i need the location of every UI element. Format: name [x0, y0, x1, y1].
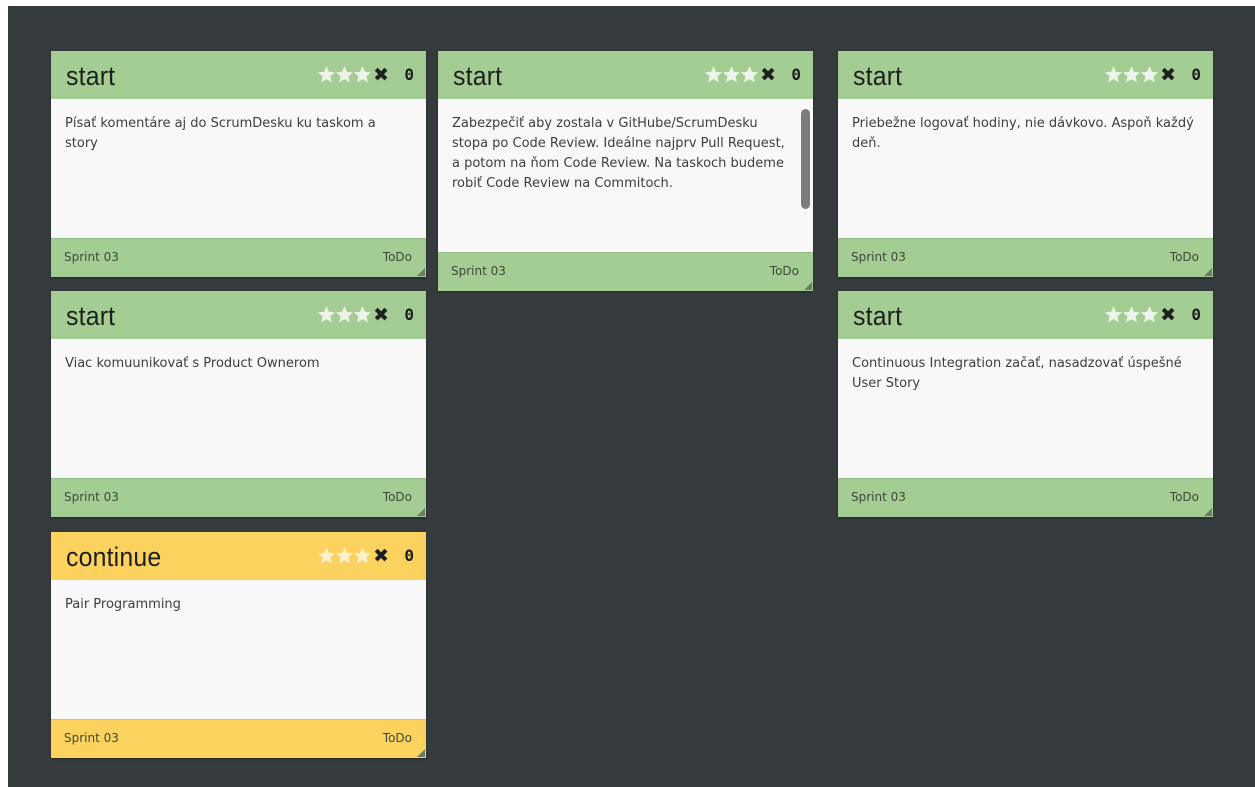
card-text: Zabezpečiť aby zostala v GitHube/ScrumDe…	[452, 116, 785, 191]
card-header: start ✖ 0	[51, 51, 426, 99]
status-label: ToDo	[769, 264, 799, 278]
vote-count: 0	[404, 65, 414, 84]
star-icon[interactable]	[1122, 305, 1141, 324]
star-rating[interactable]	[317, 65, 372, 85]
star-icon[interactable]	[335, 65, 354, 84]
star-icon[interactable]	[722, 65, 741, 84]
resize-grip-icon[interactable]	[804, 282, 812, 290]
star-icon[interactable]	[1104, 305, 1123, 324]
card-category-title: start	[66, 301, 116, 331]
vote-count: 0	[404, 546, 414, 565]
card-footer: Sprint 03 ToDo	[838, 238, 1213, 277]
card-text: Písať komentáre aj do ScrumDesku ku task…	[65, 116, 376, 151]
close-icon[interactable]: ✖	[373, 303, 389, 327]
star-icon[interactable]	[1140, 65, 1159, 84]
sprint-label: Sprint 03	[851, 490, 906, 504]
star-rating[interactable]	[317, 546, 372, 566]
star-rating[interactable]	[1104, 305, 1159, 325]
card-category-title: start	[66, 61, 116, 91]
retro-card[interactable]: start ✖ 0 Zabezpečiť aby zostala v GitHu…	[438, 51, 813, 291]
scrollbar-thumb[interactable]	[801, 109, 810, 209]
resize-grip-icon[interactable]	[1204, 268, 1212, 276]
star-icon[interactable]	[317, 305, 336, 324]
card-body[interactable]: Písať komentáre aj do ScrumDesku ku task…	[51, 99, 426, 238]
card-category-title: start	[853, 301, 903, 331]
retro-card[interactable]: continue ✖ 0 Pair Programming Sprint 03 …	[51, 532, 426, 758]
card-header: start ✖ 0	[51, 291, 426, 339]
star-icon[interactable]	[1140, 305, 1159, 324]
close-icon[interactable]: ✖	[373, 544, 389, 568]
card-text: Priebežne logovať hodiny, nie dávkovo. A…	[852, 116, 1194, 151]
card-header: start ✖ 0	[838, 291, 1213, 339]
card-header: continue ✖ 0	[51, 532, 426, 580]
card-footer: Sprint 03 ToDo	[438, 252, 813, 291]
card-header: start ✖ 0	[438, 51, 813, 99]
card-footer: Sprint 03 ToDo	[51, 719, 426, 758]
card-body[interactable]: Viac komuunikovať s Product Ownerom	[51, 339, 426, 478]
star-icon[interactable]	[335, 305, 354, 324]
sprint-label: Sprint 03	[64, 490, 119, 504]
resize-grip-icon[interactable]	[417, 508, 425, 516]
close-icon[interactable]: ✖	[1160, 303, 1176, 327]
star-icon[interactable]	[317, 65, 336, 84]
sprint-label: Sprint 03	[64, 731, 119, 745]
status-label: ToDo	[1169, 250, 1199, 264]
star-icon[interactable]	[353, 546, 372, 565]
card-body[interactable]: Zabezpečiť aby zostala v GitHube/ScrumDe…	[438, 99, 813, 252]
card-footer: Sprint 03 ToDo	[51, 238, 426, 277]
star-icon[interactable]	[1104, 65, 1123, 84]
star-rating[interactable]	[704, 65, 759, 85]
star-rating[interactable]	[317, 305, 372, 325]
vote-count: 0	[1191, 305, 1201, 324]
resize-grip-icon[interactable]	[417, 268, 425, 276]
star-icon[interactable]	[353, 65, 372, 84]
card-body[interactable]: Priebežne logovať hodiny, nie dávkovo. A…	[838, 99, 1213, 238]
sprint-label: Sprint 03	[64, 250, 119, 264]
retro-card[interactable]: start ✖ 0 Continuous Integration začať, …	[838, 291, 1213, 517]
card-text: Pair Programming	[65, 597, 181, 612]
close-icon[interactable]: ✖	[760, 63, 776, 87]
card-category-title: start	[453, 61, 503, 91]
retro-card[interactable]: start ✖ 0 Priebežne logovať hodiny, nie …	[838, 51, 1213, 277]
star-icon[interactable]	[335, 546, 354, 565]
resize-grip-icon[interactable]	[417, 749, 425, 757]
vote-count: 0	[1191, 65, 1201, 84]
close-icon[interactable]: ✖	[1160, 63, 1176, 87]
status-label: ToDo	[1169, 490, 1199, 504]
sprint-label: Sprint 03	[851, 250, 906, 264]
card-text: Continuous Integration začať, nasadzovať…	[852, 356, 1182, 391]
card-body[interactable]: Pair Programming	[51, 580, 426, 719]
resize-grip-icon[interactable]	[1204, 508, 1212, 516]
status-label: ToDo	[382, 731, 412, 745]
sprint-label: Sprint 03	[451, 264, 506, 278]
card-body[interactable]: Continuous Integration začať, nasadzovať…	[838, 339, 1213, 478]
card-text: Viac komuunikovať s Product Ownerom	[65, 356, 320, 371]
card-footer: Sprint 03 ToDo	[838, 478, 1213, 517]
card-footer: Sprint 03 ToDo	[51, 478, 426, 517]
star-rating[interactable]	[1104, 65, 1159, 85]
card-category-title: continue	[66, 542, 162, 572]
vote-count: 0	[791, 65, 801, 84]
star-icon[interactable]	[1122, 65, 1141, 84]
close-icon[interactable]: ✖	[373, 63, 389, 87]
star-icon[interactable]	[317, 546, 336, 565]
retro-card[interactable]: start ✖ 0 Viac komuunikovať s Product Ow…	[51, 291, 426, 517]
retro-card[interactable]: start ✖ 0 Písať komentáre aj do ScrumDes…	[51, 51, 426, 277]
retrospective-board: start ✖ 0 Písať komentáre aj do ScrumDes…	[8, 6, 1255, 787]
star-icon[interactable]	[740, 65, 759, 84]
vote-count: 0	[404, 305, 414, 324]
status-label: ToDo	[382, 490, 412, 504]
card-category-title: start	[853, 61, 903, 91]
star-icon[interactable]	[704, 65, 723, 84]
card-header: start ✖ 0	[838, 51, 1213, 99]
star-icon[interactable]	[353, 305, 372, 324]
status-label: ToDo	[382, 250, 412, 264]
